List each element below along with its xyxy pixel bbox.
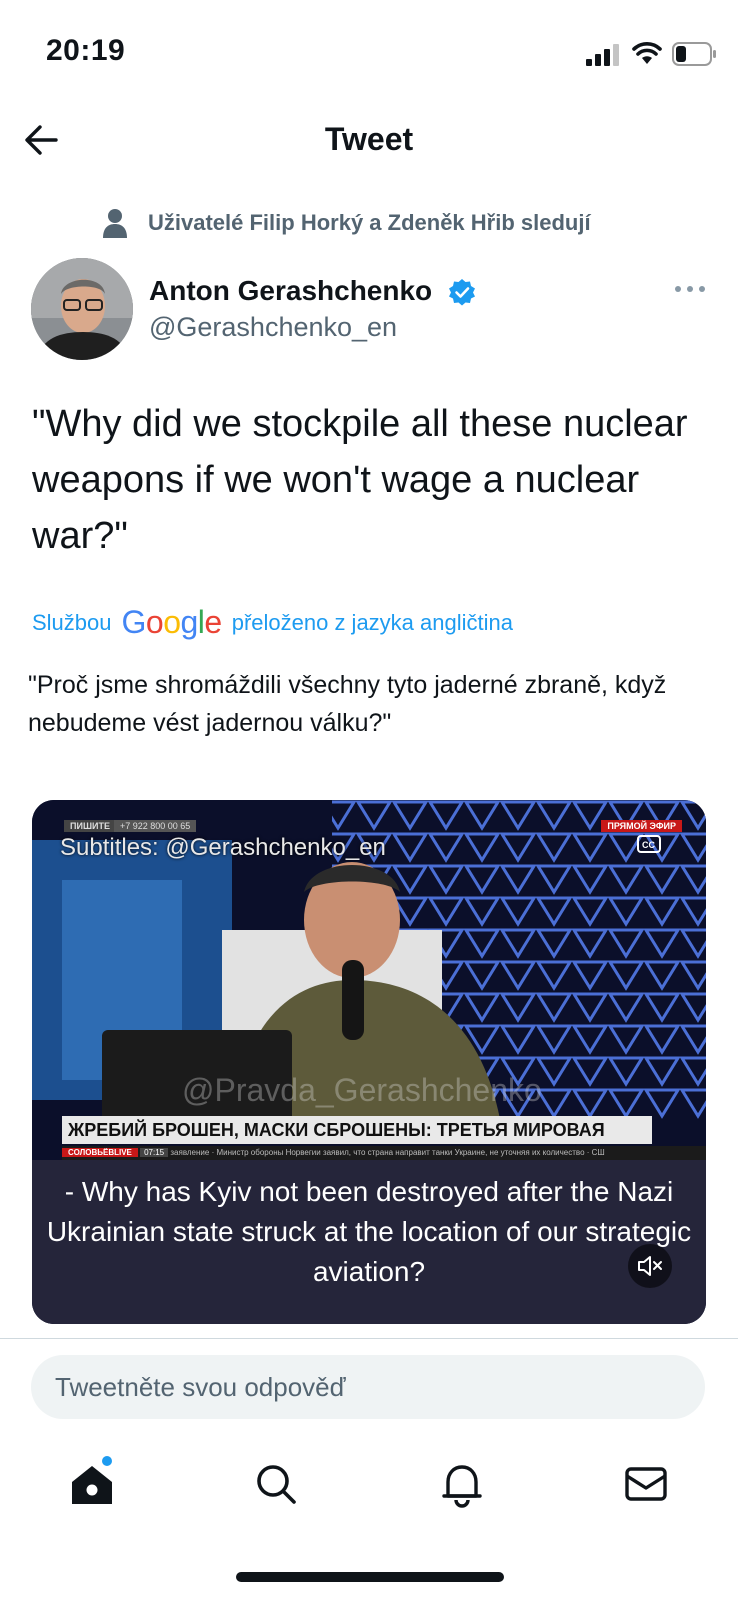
video-news-banner: ЖРЕБИЙ БРОШЕН, МАСКИ СБРОШЕНЫ: ТРЕТЬЯ МИ… — [62, 1116, 652, 1144]
ticker-brand: СОЛОВЬЁВLIVE — [62, 1148, 138, 1157]
signal-icon — [586, 44, 619, 66]
status-time: 20:19 — [46, 34, 126, 67]
author-handle[interactable]: @Gerashchenko_en — [149, 312, 397, 343]
battery-icon — [672, 42, 716, 66]
search-icon[interactable] — [252, 1460, 300, 1508]
tweet-text: "Why did we stockpile all these nuclear … — [32, 403, 688, 557]
video-watermark: @Pravda_Gerashchenko — [182, 1072, 542, 1108]
avatar[interactable] — [31, 258, 133, 360]
translation-attribution[interactable]: Službou Google přeloženo z jazyka anglič… — [32, 604, 513, 641]
video-overlay-phone: +7 922 800 00 65 — [114, 820, 197, 832]
person-icon — [103, 209, 127, 238]
video-player[interactable]: ПИШИТЕ +7 922 800 00 65 ПРЯМОЙ ЭФИР Subt… — [32, 800, 706, 1324]
translation-prefix: Službou — [32, 609, 112, 635]
video-live-badge: ПРЯМОЙ ЭФИР — [601, 820, 682, 832]
mute-button[interactable] — [628, 1244, 672, 1288]
video-overlay-label: ПИШИТЕ — [64, 820, 116, 832]
bell-icon[interactable] — [438, 1460, 486, 1508]
mail-icon[interactable] — [622, 1460, 670, 1508]
more-options-icon[interactable] — [673, 282, 707, 296]
home-indicator — [236, 1572, 504, 1582]
svg-text:CC: CC — [642, 840, 655, 850]
author-name[interactable]: Anton Gerashchenko — [149, 275, 432, 307]
speaker-muted-icon — [638, 1256, 662, 1276]
google-logo: Google — [121, 604, 223, 640]
notification-dot — [102, 1456, 112, 1466]
social-context-text[interactable]: Uživatelé Filip Horký a Zdeněk Hřib sled… — [148, 210, 591, 236]
page-title: Tweet — [324, 121, 414, 157]
wifi-icon — [632, 42, 662, 64]
ticker-time: 07:15 — [140, 1148, 169, 1157]
divider — [0, 1338, 738, 1339]
video-subtitle-credit: Subtitles: @Gerashchenko_en — [60, 834, 386, 861]
translated-text: "Proč jsme shromáždili všechny tyto jade… — [28, 671, 667, 737]
video-caption: - Why has Kyiv not been destroyed after … — [46, 1176, 692, 1287]
captions-icon[interactable]: CC — [636, 832, 664, 856]
video-ticker: СОЛОВЬЁВLIVE 07:15 заявление · Министр о… — [62, 1146, 706, 1160]
avatar-image — [31, 258, 133, 360]
home-icon[interactable] — [68, 1460, 116, 1508]
translation-suffix: přeloženo z jazyka angličtina — [231, 609, 513, 635]
reply-input[interactable] — [31, 1355, 705, 1419]
verified-badge-icon — [449, 279, 475, 306]
ticker-text: заявление · Министр обороны Норвегии зая… — [170, 1148, 605, 1157]
